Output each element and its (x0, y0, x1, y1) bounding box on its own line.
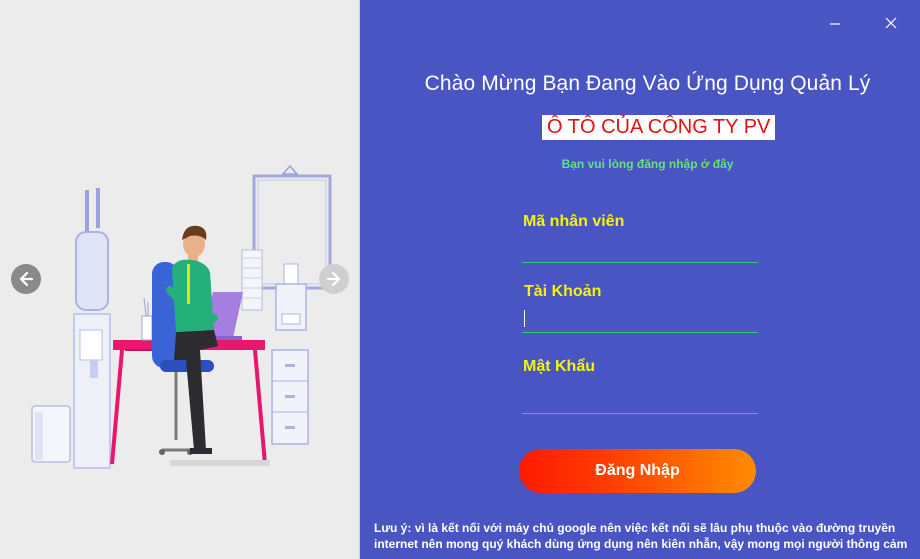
arrow-left-icon (19, 271, 34, 287)
floor-shadow (170, 460, 270, 466)
minimize-icon (830, 23, 840, 25)
login-hint: Bạn vui lòng đăng nhập ở đây (561, 157, 734, 171)
office-worker-illustration (31, 164, 332, 469)
account-label: Tài Khoản (524, 283, 602, 300)
text-cursor (524, 310, 525, 327)
login-button[interactable]: Đăng Nhập (519, 449, 756, 493)
paper-stack-illustration (241, 249, 263, 311)
cabinet-illustration (271, 349, 309, 445)
water-cooler-illustration (73, 188, 111, 469)
printer-illustration (275, 263, 307, 331)
minimize-button[interactable] (824, 12, 846, 34)
account-input[interactable] (522, 307, 758, 333)
close-icon (885, 17, 897, 29)
connection-note: Lưu ý: vì là kết nối với máy chủ google … (374, 520, 914, 552)
illustration-panel (0, 0, 360, 559)
slide-next-button[interactable] (319, 264, 349, 294)
login-button-label: Đăng Nhập (595, 462, 680, 479)
close-button[interactable] (880, 12, 902, 34)
employee-id-input[interactable] (522, 237, 758, 263)
password-label: Mật Khẩu (523, 358, 595, 375)
arrow-right-icon (326, 271, 341, 287)
login-panel: Chào Mừng Bạn Đang Vào Ứng Dụng Quản Lý … (360, 0, 920, 559)
slide-prev-button[interactable] (11, 264, 41, 294)
bin-illustration (31, 405, 71, 463)
employee-id-label: Mã nhân viên (523, 213, 625, 230)
connection-note-line-1: Lưu ý: vì là kết nối với máy chủ google … (374, 521, 896, 535)
welcome-title: Chào Mừng Bạn Đang Vào Ứng Dụng Quản Lý (424, 72, 871, 95)
password-input[interactable] (522, 388, 758, 414)
company-title: Ô TÔ CỦA CÔNG TY PV (542, 115, 776, 140)
pen-cup-illustration (141, 297, 153, 341)
connection-note-line-2: internet nên mong quý khách dùng ứng dụn… (374, 537, 908, 551)
